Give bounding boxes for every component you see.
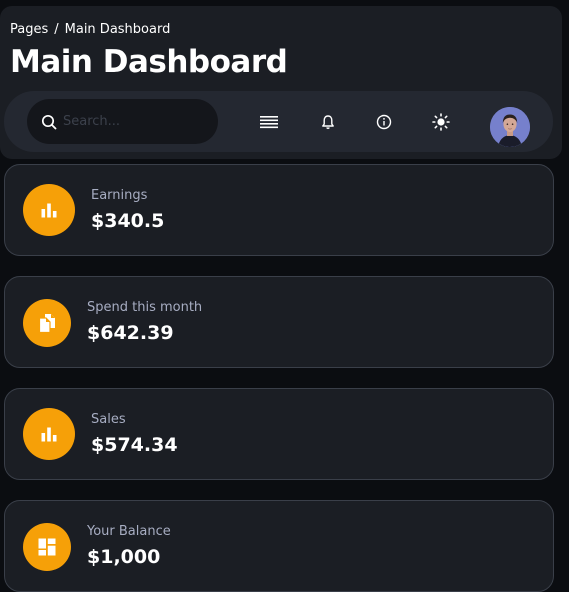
sales-icon-badge bbox=[23, 408, 75, 460]
earnings-card[interactable]: Earnings $340.5 bbox=[4, 164, 554, 256]
search-icon bbox=[41, 114, 57, 130]
card-label: Your Balance bbox=[87, 524, 171, 539]
sun-icon[interactable] bbox=[432, 113, 450, 131]
menu-icon[interactable] bbox=[260, 113, 278, 131]
files-icon bbox=[38, 314, 55, 334]
card-value: $642.39 bbox=[87, 322, 174, 344]
balance-icon-badge bbox=[23, 523, 71, 571]
page-header: Pages / Main Dashboard Main Dashboard bbox=[0, 6, 562, 159]
card-value: $340.5 bbox=[91, 210, 165, 232]
page-title: Main Dashboard bbox=[10, 44, 288, 80]
sales-card[interactable]: Sales $574.34 bbox=[4, 388, 554, 480]
card-value: $574.34 bbox=[91, 434, 178, 456]
earnings-icon-badge bbox=[23, 184, 75, 236]
card-label: Spend this month bbox=[87, 300, 203, 315]
bar-chart-icon bbox=[41, 427, 57, 442]
spend-card[interactable]: Spend this month $642.39 bbox=[4, 276, 554, 368]
breadcrumb-current[interactable]: Main Dashboard bbox=[65, 22, 171, 37]
dashboard-icon bbox=[38, 538, 56, 556]
navbar bbox=[4, 91, 553, 152]
user-avatar-icon bbox=[490, 107, 530, 147]
search-input[interactable] bbox=[63, 99, 208, 144]
avatar[interactable] bbox=[490, 107, 530, 147]
card-value: $1,000 bbox=[87, 546, 161, 568]
spend-icon-badge bbox=[23, 299, 71, 347]
card-label: Sales bbox=[91, 412, 126, 427]
breadcrumb: Pages / Main Dashboard bbox=[10, 22, 170, 37]
info-icon[interactable] bbox=[375, 113, 393, 131]
bell-icon[interactable] bbox=[319, 113, 337, 131]
bar-chart-icon bbox=[41, 203, 57, 218]
breadcrumb-root[interactable]: Pages bbox=[10, 22, 48, 37]
balance-card[interactable]: Your Balance $1,000 bbox=[4, 500, 554, 592]
search-box[interactable] bbox=[27, 99, 218, 144]
breadcrumb-separator: / bbox=[54, 22, 59, 37]
card-label: Earnings bbox=[91, 188, 148, 203]
